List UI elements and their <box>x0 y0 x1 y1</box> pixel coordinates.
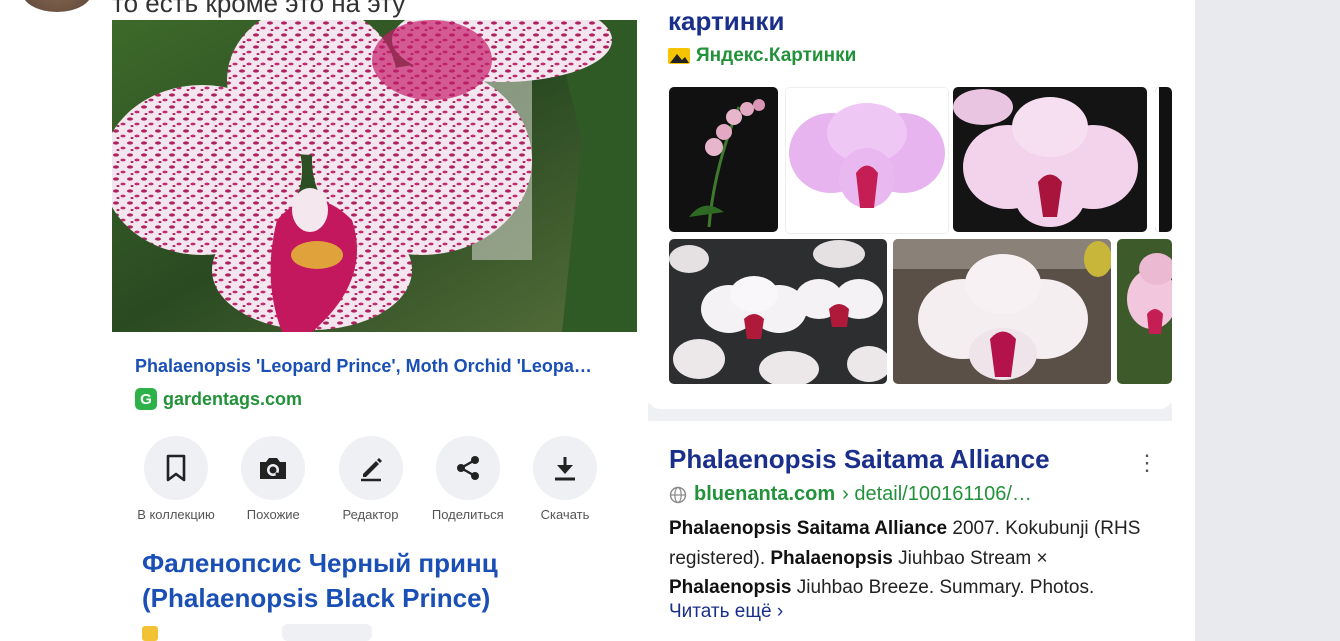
url-host: bluenanta.com <box>694 483 836 505</box>
yandex-images-icon <box>668 48 690 64</box>
images-source[interactable]: Яндекс.Картинки <box>668 45 856 67</box>
image-thumbnail[interactable] <box>1117 239 1172 384</box>
cut-off-row <box>142 622 372 641</box>
more-menu-icon[interactable]: ⋮ <box>1136 450 1158 476</box>
image-thumbnail[interactable] <box>669 239 887 384</box>
image-thumbnail[interactable] <box>1155 87 1172 232</box>
bookmark-icon <box>144 436 208 500</box>
pencil-icon <box>338 436 403 500</box>
add-to-collection-button[interactable]: В коллекцию <box>128 436 224 522</box>
download-icon <box>533 436 597 500</box>
result-source[interactable]: G gardentags.com <box>135 388 302 410</box>
result2-title-link[interactable]: Phalaenopsis Saitama Alliance <box>669 444 1050 475</box>
side-panel <box>1195 0 1340 641</box>
url-path: › detail/100161106/… <box>842 483 1032 505</box>
image-thumbnail[interactable] <box>893 239 1111 384</box>
image-thumbnail[interactable] <box>785 87 949 234</box>
action-label: В коллекцию <box>137 507 215 522</box>
image-thumbnail[interactable] <box>669 87 778 232</box>
globe-icon <box>669 486 687 503</box>
images-block-title[interactable]: картинки <box>668 6 784 37</box>
action-label: Скачать <box>540 507 590 522</box>
main-orchid-photo[interactable] <box>112 20 637 332</box>
snippet-text: Jiuhbao Stream × <box>892 547 1048 569</box>
action-label: Редактор <box>342 507 399 522</box>
action-label: Поделиться <box>431 507 504 522</box>
result-title-link[interactable]: Phalaenopsis 'Leopard Prince', Moth Orch… <box>135 356 615 377</box>
snippet-bold: Phalaenopsis <box>669 577 792 598</box>
message-text: то есть кроме это на эту <box>112 0 406 18</box>
article-title-link[interactable]: Фаленопсис Черный принц (Phalaenopsis Bl… <box>142 546 498 616</box>
share-button[interactable]: Поделиться <box>420 436 516 522</box>
gardentags-logo-icon: G <box>135 388 157 410</box>
article-title-line2: (Phalaenopsis Black Prince) <box>142 583 491 613</box>
camera-icon <box>241 436 306 500</box>
result2-url[interactable]: bluenanta.com › detail/100161106/… <box>669 483 1032 506</box>
snippet-bold: Phalaenopsis <box>770 547 893 569</box>
read-more-link[interactable]: Читать ещё › <box>669 601 783 623</box>
source-label: Яндекс.Картинки <box>696 45 857 66</box>
avatar[interactable] <box>22 0 92 12</box>
card-divider-top <box>648 397 1172 409</box>
action-label: Похожие <box>246 507 300 522</box>
download-button[interactable]: Скачать <box>517 436 613 522</box>
similar-button[interactable]: Похожие <box>225 436 321 522</box>
snippet-bold: Phalaenopsis Saitama Alliance <box>669 518 948 539</box>
result2-snippet: Phalaenopsis Saitama Alliance 2007. Koku… <box>669 514 1159 603</box>
article-title-line1: Фаленопсис Черный принц <box>142 548 498 578</box>
source-label: gardentags.com <box>163 388 303 409</box>
editor-button[interactable]: Редактор <box>323 436 419 522</box>
snippet-text: Jiuhbao Breeze. Summary. Photos. <box>791 577 1095 598</box>
action-bar: В коллекцию Похожие Редактор Поделиться … <box>128 436 613 522</box>
share-icon <box>435 436 500 500</box>
image-thumbnail[interactable] <box>953 87 1147 232</box>
